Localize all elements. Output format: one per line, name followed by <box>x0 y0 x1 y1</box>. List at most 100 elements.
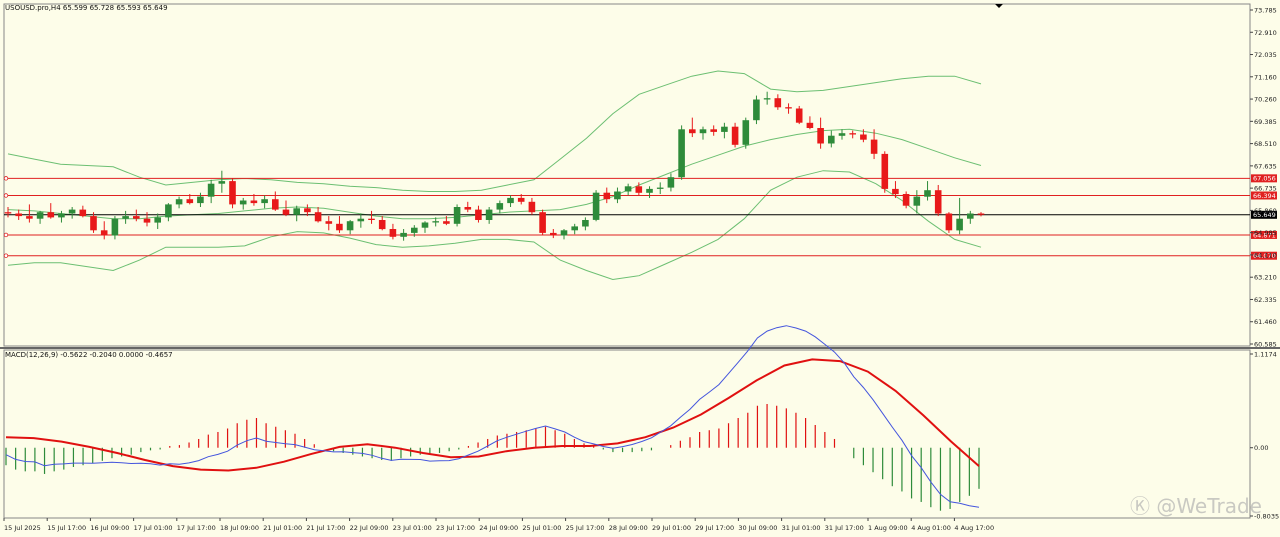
x-tick-label: 23 Jul 01:00 <box>393 524 432 532</box>
candle-body <box>293 208 300 215</box>
candle-body <box>742 120 750 145</box>
x-tick-label: 28 Jul 09:00 <box>609 524 648 532</box>
y-tick-label: 68.510 <box>1254 140 1277 148</box>
bollinger-lower <box>7 170 982 281</box>
candle-body <box>603 192 611 200</box>
candle-body <box>496 203 504 210</box>
x-tick-label: 17 Jul 17:00 <box>177 524 216 532</box>
y-tick-label: 62.335 <box>1254 296 1277 304</box>
y-tick-label: 72.035 <box>1254 51 1277 59</box>
candle-body <box>507 197 514 204</box>
x-tick-label: 25 Jul 17:00 <box>566 524 605 532</box>
candle-body <box>902 194 910 206</box>
x-tick-label: 1 Aug 09:00 <box>868 524 908 532</box>
macd-histogram <box>5 403 980 511</box>
candle-body <box>133 216 140 219</box>
candle-body <box>624 186 632 192</box>
y-tick-label: 65.860 <box>1254 207 1277 215</box>
x-tick-label: 17 Jul 01:00 <box>134 524 173 532</box>
candle-body <box>475 209 482 220</box>
candle-body <box>325 221 333 224</box>
trading-chart: 67.05666.39464.87164.07065.649 73.78572.… <box>0 3 1280 532</box>
candle-body <box>689 129 696 134</box>
bollinger-upper <box>7 70 982 192</box>
x-tick-label: 4 Aug 17:00 <box>954 524 994 532</box>
candle-body <box>229 181 236 205</box>
price-line-handle <box>3 176 9 181</box>
candle-body <box>357 218 365 222</box>
candle-body <box>464 207 472 210</box>
candle-body <box>945 213 953 231</box>
y-tick-label: 64.110 <box>1254 251 1277 259</box>
main-panel <box>3 3 1251 347</box>
candle-body <box>314 212 322 222</box>
x-tick-label: 25 Jul 01:00 <box>522 524 561 532</box>
candle-body <box>539 212 546 233</box>
candle-body <box>881 153 889 189</box>
chart-frame <box>0 3 1280 519</box>
candle-body <box>36 212 44 219</box>
shift-marker-icon <box>995 4 1003 8</box>
x-tick-label: 15 Jul 17:00 <box>47 524 86 532</box>
candle-body <box>774 98 782 108</box>
watermark: Ⓚ @WeTrade <box>1129 494 1262 518</box>
candle-body <box>411 227 418 233</box>
symbol-info: USOUSD.pro,H4 65.599 65.728 65.593 65.64… <box>5 4 168 12</box>
candle-body <box>58 213 65 218</box>
candle-body <box>421 222 429 228</box>
candle-body <box>860 134 867 140</box>
candle-body <box>646 188 653 193</box>
y-tick-label: 72.910 <box>1254 29 1277 37</box>
candle-body <box>731 126 739 145</box>
candle-body <box>272 199 279 210</box>
macd-panel <box>3 349 1251 519</box>
candle-body <box>304 208 311 213</box>
candle-body <box>400 232 407 237</box>
candle-body <box>47 212 55 218</box>
x-tick-label: 24 Jul 09:00 <box>479 524 518 532</box>
candle-body <box>443 221 450 224</box>
candle-body <box>721 126 728 132</box>
candle-body <box>795 108 803 123</box>
candle-body <box>79 209 87 217</box>
candle-body <box>239 200 247 205</box>
candle-body <box>592 192 600 220</box>
candle-body <box>175 199 183 205</box>
x-tick-label: 29 Jul 01:00 <box>652 524 691 532</box>
x-tick-label: 18 Jul 09:00 <box>220 524 259 532</box>
candle-body <box>635 186 643 193</box>
candle-body <box>678 129 685 178</box>
candle-body <box>892 188 899 195</box>
x-tick-label: 21 Jul 01:00 <box>263 524 302 532</box>
y-tick-label: 73.785 <box>1254 7 1277 15</box>
panel-separator <box>0 347 1280 349</box>
y-tick-label: 69.385 <box>1254 118 1277 126</box>
x-tick-label: 21 Jul 17:00 <box>306 524 345 532</box>
candle-body <box>4 212 12 214</box>
x-tick-label: 22 Jul 09:00 <box>350 524 389 532</box>
bollinger-middle <box>7 128 982 220</box>
candle-body <box>261 199 268 204</box>
candle-body <box>977 213 985 215</box>
candle-body <box>368 218 375 220</box>
x-tick-label: 15 Jul 2025 <box>4 524 41 532</box>
y-tick-label: 63.210 <box>1254 274 1277 282</box>
price-tag-label: 67.056 <box>1253 175 1276 183</box>
candle-body <box>571 226 578 231</box>
candle-body <box>806 122 814 128</box>
candle-body <box>26 216 33 219</box>
y-tick-label: 71.160 <box>1254 73 1277 81</box>
candle-body <box>90 216 97 231</box>
candle-body <box>485 209 493 220</box>
candle-body <box>165 204 172 218</box>
candle-body <box>122 216 129 219</box>
candle-body <box>389 229 397 237</box>
candle-body <box>560 230 568 236</box>
candle-body <box>432 221 439 223</box>
candle-body <box>336 223 343 231</box>
candle-body <box>710 129 717 132</box>
x-tick-label: 30 Jul 09:00 <box>738 524 777 532</box>
candle-body <box>207 183 215 197</box>
candle-body <box>838 133 846 136</box>
candle-body <box>967 213 974 219</box>
